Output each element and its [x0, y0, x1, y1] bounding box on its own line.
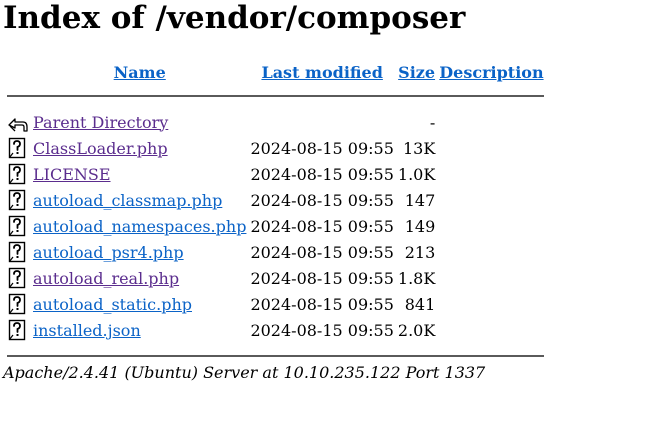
parent-desc-cell — [438, 110, 544, 134]
file-modified-cell: 2024-08-15 09:55 — [250, 320, 394, 340]
icon-header — [6, 62, 30, 82]
size-header: Size — [397, 62, 436, 82]
file-description-cell — [438, 240, 544, 264]
file-icon-cell — [6, 136, 30, 160]
parent-size-cell: - — [429, 112, 436, 132]
file-size-cell: 147 — [404, 190, 436, 210]
directory-listing-table: Name Last modified Size Description Pare… — [4, 60, 547, 370]
file-size-cell: 1.0K — [397, 164, 436, 184]
file-name-cell: LICENSE — [32, 162, 247, 186]
file-size-cell: 213 — [404, 242, 436, 262]
table-row: installed.json 2024-08-15 09:55 2.0K — [6, 318, 545, 342]
unknown-file-icon — [7, 319, 29, 341]
file-modified-cell: 2024-08-15 09:55 — [250, 268, 394, 288]
file-name-cell: autoload_static.php — [32, 292, 247, 316]
file-icon-cell — [6, 162, 30, 186]
file-icon-cell — [6, 318, 30, 342]
top-divider — [7, 95, 544, 97]
file-modified-cell: 2024-08-15 09:55 — [250, 138, 394, 158]
file-name-cell: autoload_real.php — [32, 266, 247, 290]
table-row: autoload_real.php 2024-08-15 09:55 1.8K — [6, 266, 545, 290]
server-signature: Apache/2.4.41 (Ubuntu) Server at 10.10.2… — [3, 363, 486, 382]
file-name-cell: ClassLoader.php — [32, 136, 247, 160]
file-size-cell: 13K — [402, 138, 436, 158]
unknown-file-icon — [7, 215, 29, 237]
unknown-file-icon — [7, 267, 29, 289]
file-modified-cell: 2024-08-15 09:55 — [250, 294, 394, 314]
table-row: LICENSE 2024-08-15 09:55 1.0K — [6, 162, 545, 186]
table-row: autoload_namespaces.php 2024-08-15 09:55 1… — [6, 214, 545, 238]
parent-directory-row: Parent Directory - — [6, 110, 545, 134]
name-header: Name — [32, 62, 247, 82]
file-link[interactable]: installed.json — [33, 321, 141, 340]
sort-by-description-link[interactable]: Description — [439, 63, 543, 82]
file-name-cell: autoload_classmap.php — [32, 188, 247, 212]
unknown-file-icon — [7, 241, 29, 263]
description-header: Description — [438, 62, 544, 82]
header-row: Name Last modified Size Description — [6, 62, 545, 82]
last-modified-header: Last modified — [249, 62, 394, 82]
parent-directory-link[interactable]: Parent Directory — [33, 113, 168, 132]
file-link[interactable]: autoload_real.php — [33, 269, 179, 288]
file-size-cell: 841 — [404, 294, 436, 314]
file-size-cell: 2.0K — [397, 320, 436, 340]
file-icon-cell — [6, 292, 30, 316]
file-link[interactable]: autoload_namespaces.php — [33, 217, 246, 236]
table-row: autoload_psr4.php 2024-08-15 09:55 213 — [6, 240, 545, 264]
file-modified-cell: 2024-08-15 09:55 — [250, 216, 394, 236]
file-description-cell — [438, 318, 544, 342]
file-modified-cell: 2024-08-15 09:55 — [250, 190, 394, 210]
unknown-file-icon — [7, 189, 29, 211]
unknown-file-icon — [7, 163, 29, 185]
file-modified-cell: 2024-08-15 09:55 — [250, 242, 394, 262]
file-name-cell: installed.json — [32, 318, 247, 342]
sort-by-size-link[interactable]: Size — [398, 63, 435, 82]
file-icon-cell — [6, 240, 30, 264]
file-modified-cell: 2024-08-15 09:55 — [250, 164, 394, 184]
file-link[interactable]: ClassLoader.php — [33, 139, 168, 158]
file-description-cell — [438, 162, 544, 186]
top-divider-row — [6, 84, 545, 108]
file-size-cell: 149 — [404, 216, 436, 236]
file-description-cell — [438, 188, 544, 212]
file-description-cell — [438, 214, 544, 238]
bottom-divider — [7, 355, 544, 357]
file-icon-cell — [6, 188, 30, 212]
file-description-cell — [438, 266, 544, 290]
unknown-file-icon — [7, 137, 29, 159]
file-link[interactable]: autoload_psr4.php — [33, 243, 184, 262]
table-row: ClassLoader.php 2024-08-15 09:55 13K — [6, 136, 545, 160]
file-link[interactable]: autoload_static.php — [33, 295, 192, 314]
table-row: autoload_static.php 2024-08-15 09:55 841 — [6, 292, 545, 316]
file-icon-cell — [6, 214, 30, 238]
file-size-cell: 1.8K — [397, 268, 436, 288]
file-name-cell: autoload_namespaces.php — [32, 214, 247, 238]
sort-by-last-modified-link[interactable]: Last modified — [261, 63, 382, 82]
file-description-cell — [438, 292, 544, 316]
parent-icon-cell — [6, 110, 30, 134]
file-description-cell — [438, 136, 544, 160]
unknown-file-icon — [7, 293, 29, 315]
parent-date-cell — [249, 110, 394, 134]
file-icon-cell — [6, 266, 30, 290]
table-row: autoload_classmap.php 2024-08-15 09:55 147 — [6, 188, 545, 212]
file-link[interactable]: autoload_classmap.php — [33, 191, 222, 210]
page-title: Index of /vendor/composer — [3, 0, 466, 36]
sort-by-name-link[interactable]: Name — [114, 63, 166, 82]
file-name-cell: autoload_psr4.php — [32, 240, 247, 264]
parent-name-cell: Parent Directory — [32, 110, 247, 134]
file-link[interactable]: LICENSE — [33, 165, 111, 184]
back-arrow-icon — [7, 111, 29, 133]
